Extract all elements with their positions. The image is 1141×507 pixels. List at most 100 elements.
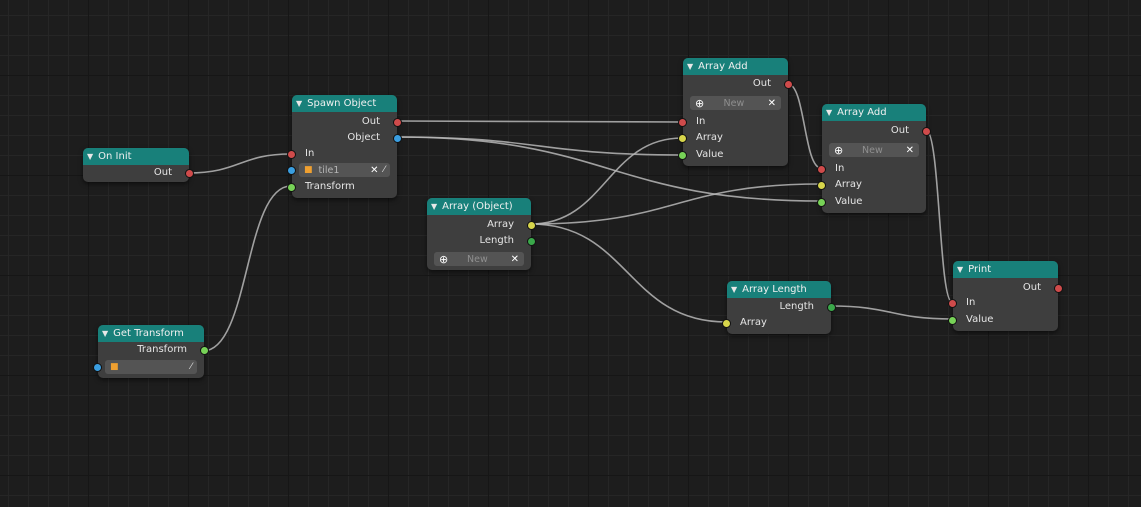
exec-output-socket[interactable]: [185, 169, 194, 178]
exec-output-socket[interactable]: [922, 127, 931, 136]
value-input-socket[interactable]: [678, 151, 687, 160]
node-header[interactable]: ▼ Array Add: [822, 104, 926, 121]
node-on-init[interactable]: ▼ On Init Out: [83, 148, 194, 182]
exec-input-socket[interactable]: [817, 165, 826, 174]
socket-label: Array: [487, 219, 514, 230]
exec-input-socket[interactable]: [287, 150, 296, 159]
collapse-icon[interactable]: ▼: [731, 285, 737, 294]
collapse-icon[interactable]: ▼: [431, 202, 437, 211]
close-icon[interactable]: ✕: [906, 145, 914, 156]
object-field-value: tile1: [318, 164, 340, 176]
close-icon[interactable]: ✕: [768, 98, 776, 109]
array-input-socket[interactable]: [722, 319, 731, 328]
collapse-icon[interactable]: ▼: [296, 99, 302, 108]
output-row-out: Out: [683, 76, 793, 92]
array-input-socket[interactable]: [817, 181, 826, 190]
node-print[interactable]: ▼ Print Out In Value: [948, 261, 1063, 331]
eyedropper-icon[interactable]: ⁄: [190, 362, 192, 372]
collapse-icon[interactable]: ▼: [957, 265, 963, 274]
socket-label: Length: [779, 301, 815, 312]
link-spawn-out-to-arrayadd1-in[interactable]: [396, 120, 683, 123]
input-row-in: In: [948, 295, 1058, 311]
node-array-add-1[interactable]: ▼ Array Add Out ⊕ New ✕ In Array Value: [678, 58, 793, 166]
eyedropper-icon[interactable]: ⁄: [383, 165, 385, 175]
output-row-transform: Transform: [98, 342, 209, 358]
cube-icon: ■: [110, 362, 119, 372]
add-icon[interactable]: ⊕: [439, 254, 448, 265]
add-icon[interactable]: ⊕: [695, 98, 704, 109]
output-row-length: Length: [427, 233, 536, 249]
new-value-field[interactable]: ⊕ New ✕: [829, 143, 919, 157]
length-output-socket[interactable]: [827, 303, 836, 312]
node-header[interactable]: ▼ Print: [953, 261, 1058, 278]
link-arrayadd1-out-to-arrayadd2-in[interactable]: [787, 83, 822, 169]
node-header[interactable]: ▼ Array (Object): [427, 198, 531, 215]
socket-label: Transform: [137, 344, 187, 355]
socket-label: Object: [347, 132, 380, 143]
exec-input-socket[interactable]: [678, 118, 687, 127]
exec-output-socket[interactable]: [393, 118, 402, 127]
node-array-length[interactable]: ▼ Array Length Length Array: [722, 281, 836, 334]
output-row-length: Length: [727, 299, 836, 315]
object-output-socket[interactable]: [393, 134, 402, 143]
node-header[interactable]: ▼ On Init: [83, 148, 189, 165]
array-output-socket[interactable]: [527, 221, 536, 230]
length-output-socket[interactable]: [527, 237, 536, 246]
new-placeholder: New: [862, 144, 883, 156]
link-arrayobj-to-arrayadd1-array[interactable]: [530, 137, 683, 225]
value-input-socket[interactable]: [817, 198, 826, 207]
exec-output-socket[interactable]: [1054, 284, 1063, 293]
node-header[interactable]: ▼ Spawn Object: [292, 95, 397, 112]
input-row-array: Array: [722, 315, 831, 331]
socket-label: Out: [752, 78, 771, 89]
link-oninit-out-to-spawn-in[interactable]: [187, 153, 292, 174]
close-icon[interactable]: ✕: [511, 254, 519, 265]
transform-input-socket[interactable]: [287, 183, 296, 192]
node-array-add-2[interactable]: ▼ Array Add Out ⊕ New ✕ In Array Value: [817, 104, 931, 213]
input-row-value: Value: [948, 312, 1058, 328]
object-field[interactable]: ■ tile1 ✕ ⁄: [299, 163, 390, 177]
collapse-icon[interactable]: ▼: [687, 62, 693, 71]
exec-input-socket[interactable]: [948, 299, 957, 308]
object-input-socket[interactable]: [287, 166, 296, 175]
link-gettransform-to-spawn-transform[interactable]: [202, 185, 292, 352]
node-spawn-object[interactable]: ▼ Spawn Object Out Object In ■ tile1 ✕ ⁄…: [287, 95, 402, 198]
new-placeholder: New: [467, 253, 488, 265]
transform-output-socket[interactable]: [200, 346, 209, 355]
node-title: Array Add: [698, 61, 748, 72]
socket-label: Length: [479, 235, 515, 246]
node-array-object[interactable]: ▼ Array (Object) Array Length ⊕ New ✕: [427, 198, 536, 270]
exec-output-socket[interactable]: [784, 80, 793, 89]
node-header[interactable]: ▼ Array Add: [683, 58, 788, 75]
link-arrayobj-to-arrayadd2-array[interactable]: [530, 183, 822, 225]
link-arrayadd2-out-to-print-in[interactable]: [925, 129, 953, 303]
socket-label: In: [835, 163, 845, 174]
collapse-icon[interactable]: ▼: [826, 108, 832, 117]
object-input-socket[interactable]: [93, 363, 102, 372]
link-arraylength-to-print-value[interactable]: [830, 305, 953, 320]
socket-label: Array: [740, 317, 767, 328]
link-spawn-object-to-arrayadd1-value[interactable]: [396, 136, 683, 156]
output-row-out: Out: [292, 114, 402, 130]
array-input-socket[interactable]: [678, 134, 687, 143]
node-header[interactable]: ▼ Get Transform: [98, 325, 204, 342]
node-get-transform[interactable]: ▼ Get Transform Transform ■ ⁄: [93, 325, 209, 378]
socket-label: Value: [966, 314, 994, 325]
collapse-icon[interactable]: ▼: [102, 329, 108, 338]
node-title: Print: [968, 264, 992, 275]
object-field[interactable]: ■ ⁄: [105, 360, 197, 374]
link-arrayobj-to-arraylength-array[interactable]: [530, 223, 727, 323]
new-value-field[interactable]: ⊕ New ✕: [690, 96, 781, 110]
output-row-out: Out: [953, 280, 1063, 296]
clear-icon[interactable]: ✕: [370, 165, 378, 176]
new-array-field[interactable]: ⊕ New ✕: [434, 252, 524, 266]
node-title: Array (Object): [442, 201, 513, 212]
output-row-out: Out: [822, 123, 931, 139]
value-input-socket[interactable]: [948, 316, 957, 325]
add-icon[interactable]: ⊕: [834, 145, 843, 156]
socket-label: Value: [696, 149, 724, 160]
node-header[interactable]: ▼ Array Length: [727, 281, 831, 298]
input-row-in: In: [817, 161, 926, 177]
collapse-icon[interactable]: ▼: [87, 152, 93, 161]
new-placeholder: New: [723, 97, 745, 109]
